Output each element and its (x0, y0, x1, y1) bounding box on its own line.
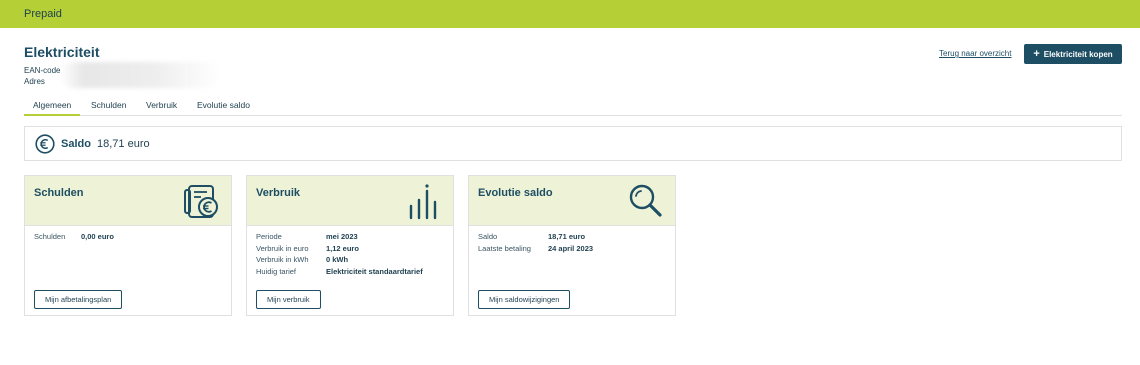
saldo-label: Saldo (61, 138, 91, 150)
detail-row: Verbruik in euro 1,12 euro (256, 244, 423, 256)
detail-row: Saldo 18,71 euro (478, 232, 593, 244)
detail-key: Verbruik in euro (256, 243, 309, 253)
tab-bar: Algemeen Schulden Verbruik Evolutie sald… (24, 100, 1122, 116)
card-details: Periode mei 2023 Verbruik in euro 1,12 e… (256, 232, 423, 278)
detail-row: Verbruik in kWh 0 kWh (256, 255, 423, 267)
card-header: Schulden (25, 176, 231, 226)
detail-value: 0 kWh (326, 255, 349, 264)
detail-key: Saldo (478, 232, 498, 241)
detail-key: Laatste betaling (478, 243, 531, 253)
tab-schulden[interactable]: Schulden (91, 100, 126, 116)
tab-algemeen[interactable]: Algemeen (24, 100, 81, 116)
card-title: Schulden (34, 187, 84, 199)
euro-icon (35, 134, 55, 154)
detail-key: Schulden (34, 232, 66, 241)
balance-changes-button[interactable]: Mijn saldowijzigingen (478, 290, 571, 309)
detail-row: Schulden 0,00 euro (34, 232, 114, 244)
card-verbruik: Verbruik Periode mei 2023 Verbruik in eu… (246, 175, 454, 316)
tab-evolutie-saldo[interactable]: Evolutie saldo (197, 100, 250, 116)
detail-value: mei 2023 (326, 232, 358, 241)
detail-value: 24 april 2023 (548, 243, 594, 253)
address-label: Adres (24, 77, 45, 86)
saldo-value: 18,71 euro (97, 138, 150, 150)
redacted-details (60, 62, 220, 88)
detail-row: Periode mei 2023 (256, 232, 423, 244)
card-header: Verbruik (247, 176, 453, 226)
detail-key: Huidig tarief (256, 266, 297, 276)
detail-row: Huidig tarief Elektriciteit standaardtar… (256, 267, 423, 279)
magnifier-icon (629, 184, 662, 217)
invoice-euro-icon (184, 185, 218, 218)
app-title: Prepaid (24, 8, 62, 20)
card-evolutie-saldo: Evolutie saldo Saldo 18,71 euro Laatste … (468, 175, 676, 316)
detail-value: 1,12 euro (326, 243, 359, 253)
page-title: Elektriciteit (24, 44, 100, 60)
top-bar: Prepaid (0, 0, 1140, 28)
detail-value: 0,00 euro (81, 232, 114, 241)
tab-verbruik[interactable]: Verbruik (146, 100, 177, 116)
plus-icon: + (1033, 47, 1040, 60)
buy-electricity-label: Elektriciteit kopen (1043, 49, 1113, 59)
card-schulden: Schulden Schulden 0,00 euro Mijn afbetal… (24, 175, 232, 316)
ean-label: EAN-code (24, 66, 61, 75)
card-details: Saldo 18,71 euro Laatste betaling 24 apr… (478, 232, 593, 255)
detail-value: Elektriciteit standaardtarief (326, 266, 423, 276)
my-consumption-button[interactable]: Mijn verbruik (256, 290, 321, 309)
detail-key: Verbruik in kWh (256, 255, 309, 264)
bar-chart-icon (409, 184, 437, 220)
detail-key: Periode (256, 232, 282, 241)
card-title: Evolutie saldo (478, 187, 553, 199)
card-header: Evolutie saldo (469, 176, 675, 226)
payment-plan-button[interactable]: Mijn afbetalingsplan (34, 290, 123, 309)
saldo-summary: Saldo 18,71 euro (24, 126, 1122, 161)
card-details: Schulden 0,00 euro (34, 232, 114, 244)
back-to-overview-link[interactable]: Terug naar overzicht (939, 49, 1011, 58)
detail-value: 18,71 euro (548, 232, 586, 241)
detail-row: Laatste betaling 24 april 2023 (478, 244, 593, 256)
card-title: Verbruik (256, 187, 301, 199)
buy-electricity-button[interactable]: + Elektriciteit kopen (1024, 44, 1122, 64)
